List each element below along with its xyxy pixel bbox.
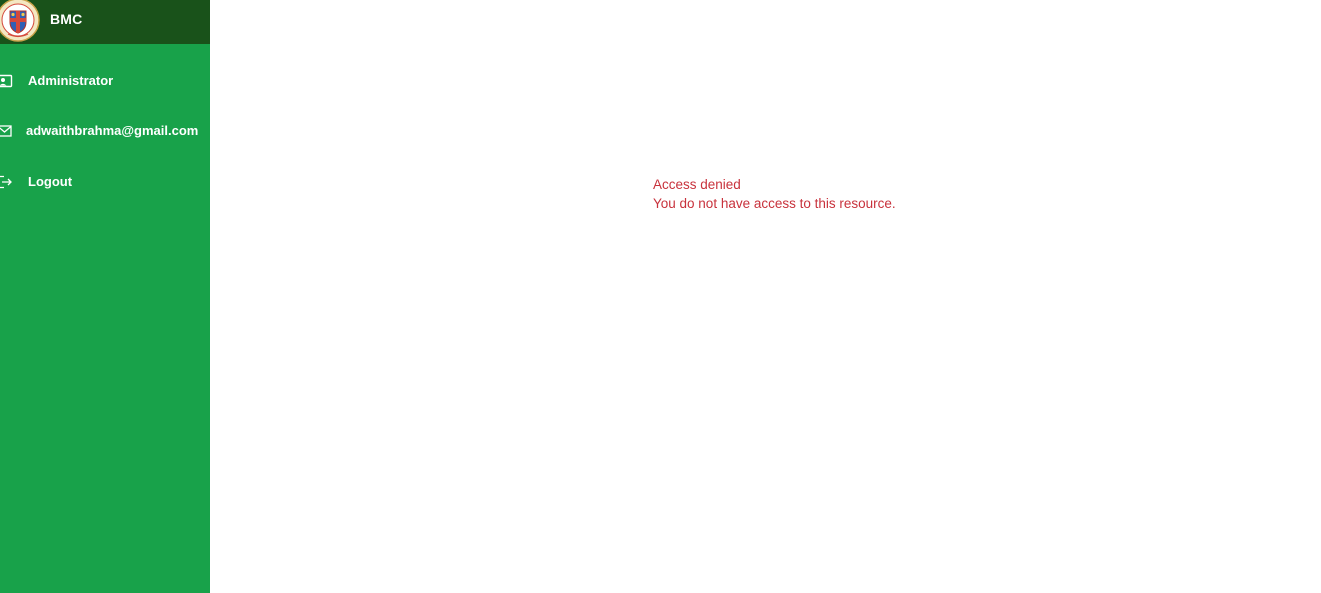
sidebar: BMC Administrator adwaithbrahma@gmail.co… <box>0 0 210 593</box>
logout-icon <box>0 175 12 189</box>
alert-message: You do not have access to this resource. <box>653 196 896 211</box>
envelope-icon <box>0 125 12 137</box>
main-content: Access denied You do not have access to … <box>210 0 1321 593</box>
user-card-icon <box>0 74 13 88</box>
sidebar-item-email[interactable]: adwaithbrahma@gmail.com <box>0 119 210 143</box>
access-denied-alert: Access denied You do not have access to … <box>653 175 896 213</box>
sidebar-item-label: adwaithbrahma@gmail.com <box>26 123 199 138</box>
sidebar-item-logout[interactable]: Logout <box>0 170 210 194</box>
sidebar-item-label: Administrator <box>28 73 114 88</box>
sidebar-item-administrator[interactable]: Administrator <box>0 69 210 93</box>
brand-bar: BMC <box>0 0 210 44</box>
sidebar-item-label: Logout <box>28 174 73 189</box>
bmc-emblem-icon <box>0 0 40 42</box>
brand-name[interactable]: BMC <box>50 11 82 27</box>
alert-title: Access denied <box>653 177 741 192</box>
